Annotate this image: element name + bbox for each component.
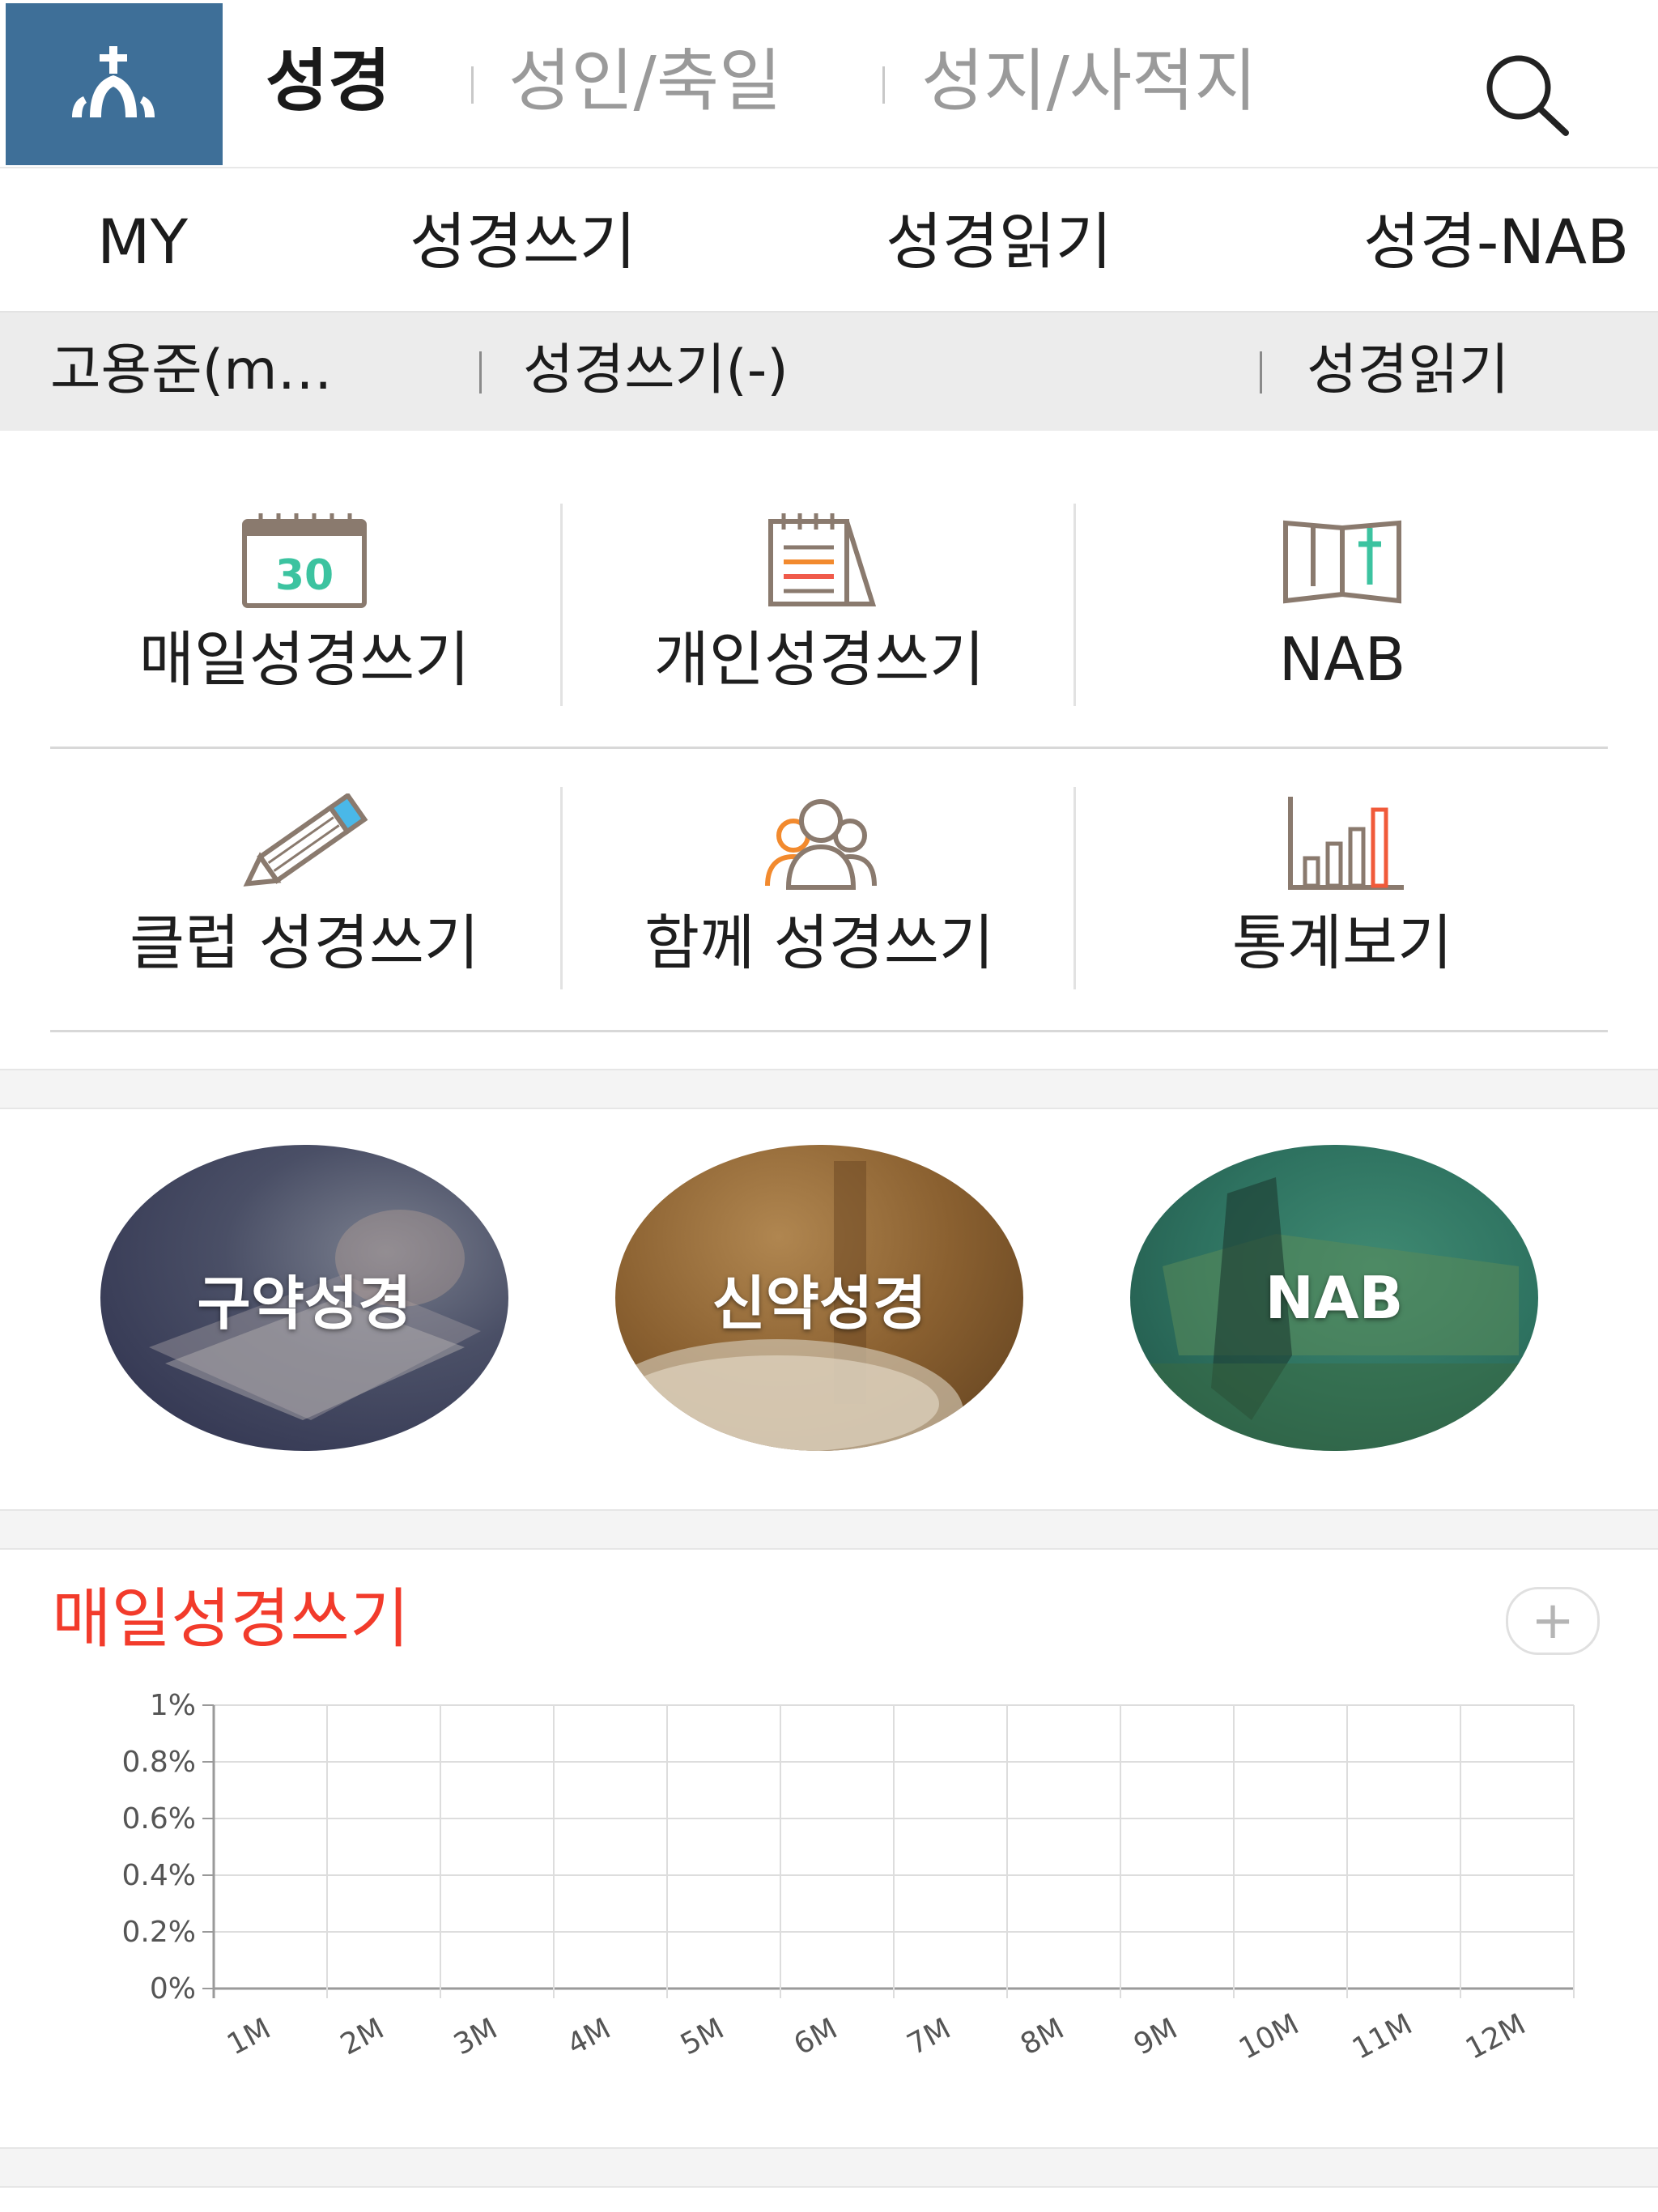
- church-logo[interactable]: [6, 3, 223, 165]
- status-separator: [479, 351, 482, 393]
- chart-x-tick-label: 11M: [1347, 2008, 1418, 2066]
- monthly-progress-chart: 0% 0.2% 0.4% 0.6% 0.8% 1% 1M 2M 3M 4M 5M 6M 7M 8M 9M 10…: [122, 1689, 1575, 2066]
- menu-label: 개인성경쓰기: [653, 625, 985, 695]
- nav-bible-writing[interactable]: 성경쓰기: [410, 206, 636, 279]
- bible-book-icon: [1283, 520, 1401, 604]
- chart-x-tick-label: 6M: [789, 2012, 843, 2062]
- old-testament-button[interactable]: 구약성경: [100, 1145, 508, 1451]
- search-button[interactable]: [1478, 49, 1575, 138]
- menu-personal-writing[interactable]: 개인성경쓰기: [562, 510, 1077, 713]
- menu-row-divider: [50, 1030, 1608, 1032]
- chart-x-tick-label: 12M: [1460, 2008, 1531, 2066]
- sub-nav: MY 성경쓰기 성경읽기 성경-NAB: [0, 168, 1658, 313]
- bar-chart-icon: [1288, 797, 1404, 890]
- more-button[interactable]: +: [1506, 1587, 1600, 1655]
- menu-label: NAB: [1278, 625, 1406, 695]
- tab-saints-feasts[interactable]: 성인/축일: [508, 40, 781, 121]
- menu-label: 함께 성경쓰기: [644, 908, 994, 978]
- menu-label: 매일성경쓰기: [138, 625, 470, 695]
- status-separator: [1260, 351, 1262, 393]
- nab-button[interactable]: NAB: [1130, 1145, 1538, 1451]
- new-testament-button[interactable]: 신약성경: [615, 1145, 1023, 1451]
- chart-y-tick-label: 0%: [150, 1972, 196, 2006]
- calendar-day: 30: [275, 551, 334, 600]
- church-icon: [72, 46, 155, 117]
- circle-label: 신약성경: [712, 1269, 927, 1338]
- menu-daily-writing[interactable]: 30 매일성경쓰기: [47, 510, 562, 713]
- menu-label: 통계보기: [1231, 908, 1453, 978]
- menu-together-writing[interactable]: 함께 성경쓰기: [562, 793, 1077, 996]
- chart-y-tick-label: 0.6%: [122, 1802, 196, 1836]
- menu-label: 클럽 성경쓰기: [129, 908, 479, 978]
- writing-status[interactable]: 성경쓰기(-): [523, 337, 789, 405]
- nav-bible-nab[interactable]: 성경-NAB: [1363, 206, 1629, 279]
- section-gap: [0, 2147, 1658, 2188]
- user-name[interactable]: 고용준(m…: [50, 337, 406, 405]
- menu-divider: [1073, 504, 1076, 706]
- chart-y-tick-label: 1%: [150, 1689, 196, 1722]
- chart-x-tick-label: 3M: [449, 2012, 503, 2062]
- menu-statistics[interactable]: 통계보기: [1085, 793, 1600, 996]
- plus-icon: +: [1531, 1591, 1575, 1651]
- user-status-bar: 고용준(m… 성경쓰기(-) 성경읽기: [0, 313, 1658, 431]
- menu-nab[interactable]: NAB: [1085, 510, 1600, 713]
- calendar-30-icon: 30: [242, 513, 367, 608]
- chart-x-tick-label: 4M: [562, 2012, 616, 2062]
- tab-bible[interactable]: 성경: [266, 40, 391, 121]
- chart-x-tick-label: 7M: [902, 2012, 956, 2062]
- menu-club-writing[interactable]: 클럽 성경쓰기: [47, 793, 562, 996]
- pencil-icon: [243, 793, 368, 887]
- nav-my[interactable]: MY: [97, 206, 188, 279]
- chart-x-tick-label: 10M: [1234, 2008, 1304, 2066]
- chart-x-tick-label: 5M: [675, 2012, 729, 2062]
- top-header: 성경 성인/축일 성지/사적지: [0, 0, 1658, 168]
- chart-x-tick-label: 8M: [1015, 2012, 1069, 2062]
- chart-y-tick-label: 0.8%: [122, 1746, 196, 1779]
- menu-divider: [1073, 787, 1076, 989]
- circle-label: 구약성경: [197, 1269, 412, 1338]
- tab-separator: [882, 66, 885, 104]
- notepad-icon: [768, 513, 877, 606]
- reading-status[interactable]: 성경읽기: [1307, 337, 1509, 405]
- chart-y-tick-label: 0.2%: [122, 1916, 196, 1949]
- chart-x-tick-label: 9M: [1129, 2012, 1183, 2062]
- menu-row-divider: [50, 747, 1608, 749]
- section-title[interactable]: 매일성경쓰기: [52, 1579, 410, 1660]
- chart-x-tick-label: 1M: [222, 2012, 276, 2062]
- chart-y-tick-label: 0.4%: [122, 1859, 196, 1892]
- tab-holy-sites[interactable]: 성지/사적지: [921, 40, 1257, 121]
- chart-x-tick-label: 2M: [335, 2012, 389, 2062]
- section-gap: [0, 1509, 1658, 1550]
- tab-separator: [471, 66, 474, 104]
- people-group-icon: [765, 799, 877, 890]
- nav-bible-reading[interactable]: 성경읽기: [886, 206, 1112, 279]
- search-icon: [1486, 55, 1569, 136]
- section-gap: [0, 1069, 1658, 1109]
- circle-label: NAB: [1265, 1264, 1404, 1332]
